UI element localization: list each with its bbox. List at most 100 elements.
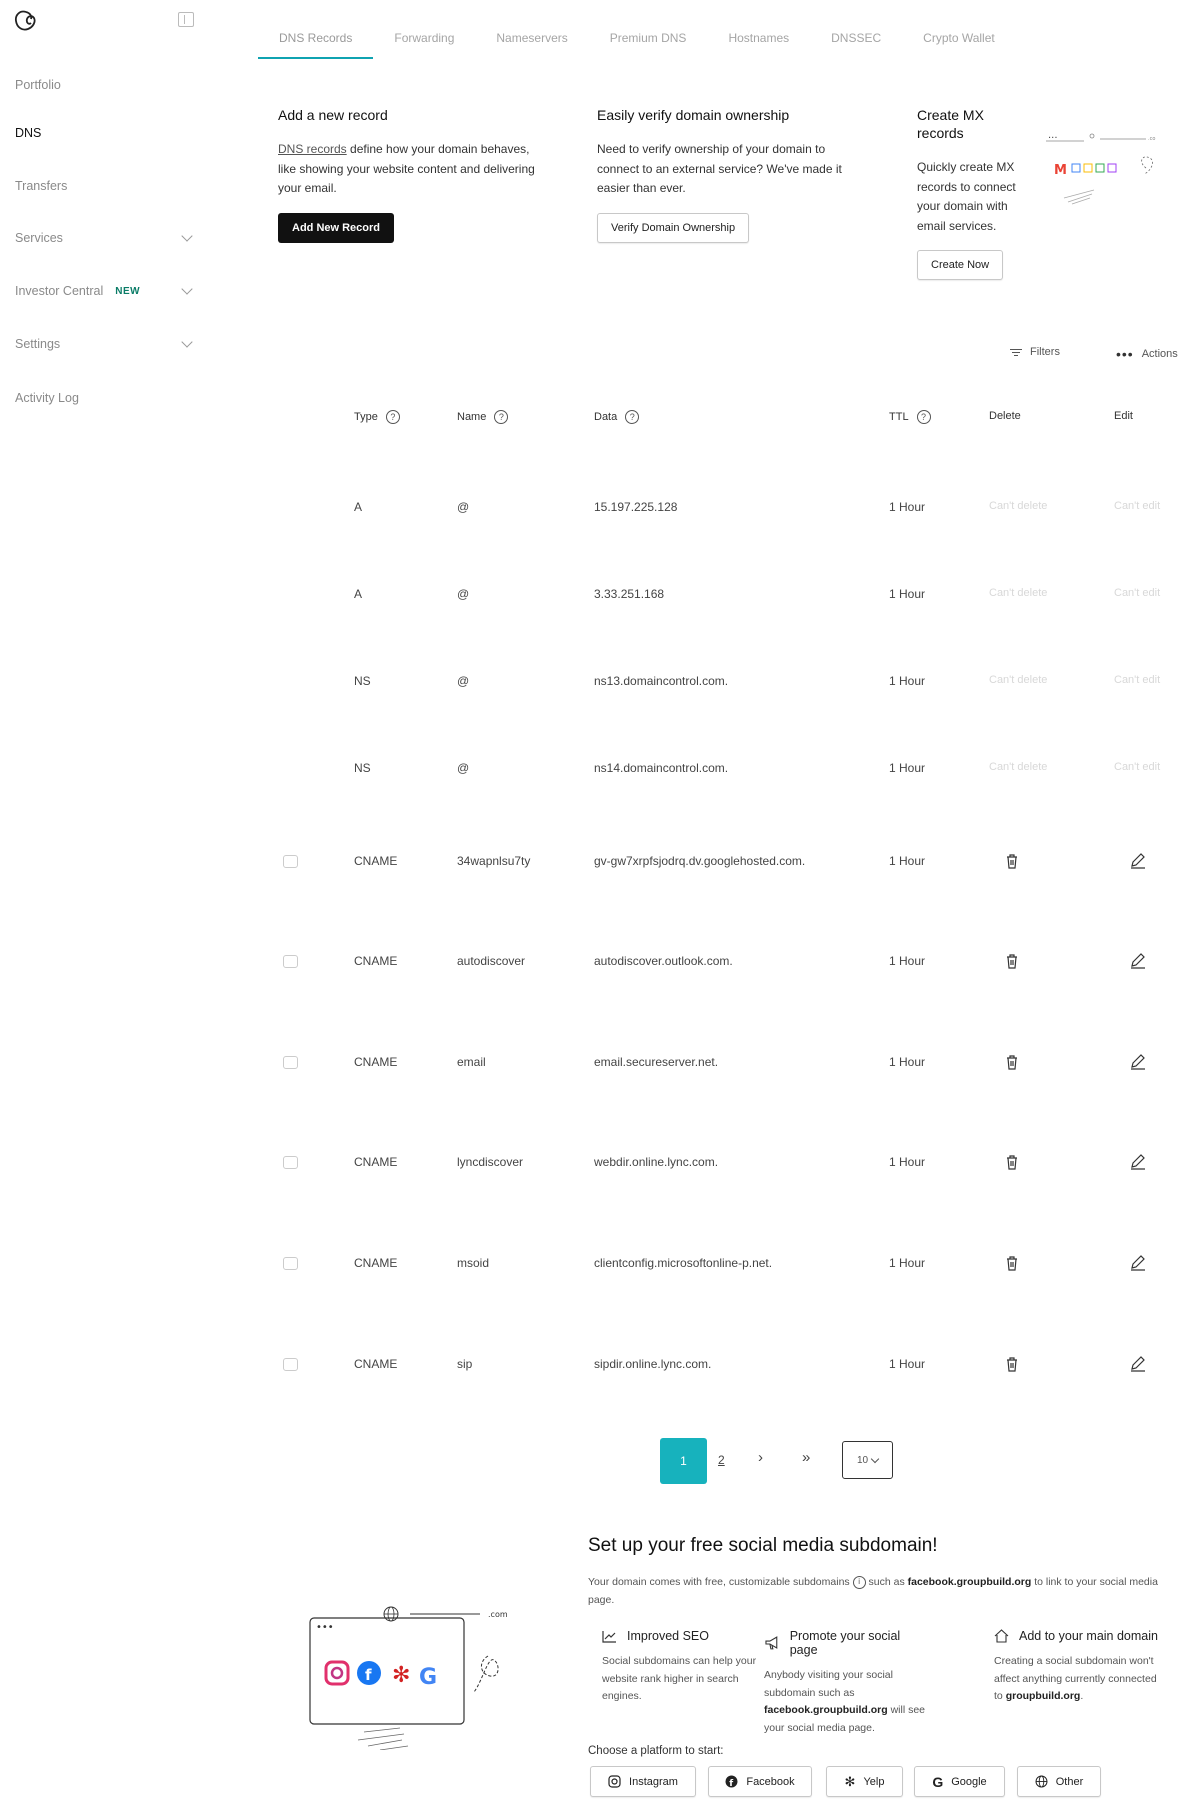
column-header-type[interactable]: Type ? — [354, 410, 400, 424]
facebook-button[interactable]: f Facebook — [708, 1766, 812, 1797]
trash-icon[interactable] — [1003, 1053, 1021, 1071]
pencil-icon[interactable] — [1129, 1355, 1147, 1373]
social-section-description: Your domain comes with free, customizabl… — [588, 1575, 1158, 1606]
pencil-icon[interactable] — [1129, 1053, 1147, 1071]
record-name: msoid — [457, 1256, 490, 1270]
instagram-button[interactable]: Instagram — [590, 1766, 696, 1797]
sidebar-item-transfers[interactable]: Transfers — [15, 179, 195, 193]
tab-forwarding[interactable]: Forwarding — [373, 22, 475, 59]
row-checkbox[interactable] — [283, 1056, 298, 1069]
sidebar-item-label: Portfolio — [15, 78, 61, 92]
help-icon[interactable]: ? — [625, 410, 640, 424]
cant-edit-label: Can't edit — [1114, 674, 1161, 686]
record-type: NS — [354, 674, 371, 688]
trash-icon[interactable] — [1003, 1254, 1021, 1272]
info-icon[interactable]: i — [852, 1575, 866, 1589]
record-ttl: 1 Hour — [889, 954, 926, 968]
row-checkbox[interactable] — [283, 1257, 298, 1270]
record-data: ns14.domaincontrol.com. — [594, 761, 729, 775]
page-2-link[interactable]: 2 — [718, 1453, 725, 1467]
filters-label: Filters — [1030, 346, 1060, 358]
other-button[interactable]: Other — [1017, 1766, 1101, 1797]
sidebar-collapse-icon[interactable] — [178, 12, 194, 27]
google-button[interactable]: G Google — [914, 1766, 1005, 1797]
verify-domain-ownership-button[interactable]: Verify Domain Ownership — [597, 212, 750, 243]
column-header-name[interactable]: Name ? — [457, 410, 509, 424]
page-size-select[interactable]: 10 — [842, 1441, 893, 1479]
tab-dnssec[interactable]: DNSSEC — [810, 22, 902, 59]
sidebar-item-investor-central[interactable]: Investor Central NEW — [15, 283, 195, 298]
record-ttl: 1 Hour — [889, 674, 926, 688]
trash-icon[interactable] — [1003, 952, 1021, 970]
feature-improved-seo: Improved SEO Social subdomains can help … — [602, 1629, 757, 1702]
chevron-down-icon — [181, 283, 193, 295]
svg-text:G: G — [419, 1665, 437, 1690]
pencil-icon[interactable] — [1129, 952, 1147, 970]
trash-icon[interactable] — [1003, 852, 1021, 870]
svg-text:✻: ✻ — [392, 1663, 410, 1688]
svg-text:f: f — [730, 1779, 734, 1788]
help-icon[interactable]: ? — [916, 410, 931, 424]
sidebar-item-label: Transfers — [15, 179, 68, 193]
tab-premium-dns[interactable]: Premium DNS — [589, 22, 708, 59]
godaddy-logo-icon[interactable] — [14, 10, 38, 32]
svg-text:...: ... — [1048, 130, 1058, 141]
column-header-data[interactable]: Data ? — [594, 410, 640, 424]
sidebar-item-dns[interactable]: DNS — [15, 126, 195, 140]
sidebar-item-activity-log[interactable]: Activity Log — [15, 391, 195, 405]
filter-icon — [1010, 347, 1022, 358]
last-page-icon[interactable]: » — [802, 1449, 810, 1466]
sidebar-item-settings[interactable]: Settings — [15, 336, 195, 351]
feature-promote-social-page: Promote your social page Anybody visitin… — [764, 1629, 926, 1734]
actions-label: Actions — [1141, 348, 1178, 360]
trash-icon[interactable] — [1003, 1355, 1021, 1373]
pencil-icon[interactable] — [1129, 852, 1147, 870]
create-now-button[interactable]: Create Now — [917, 250, 1004, 280]
help-icon[interactable]: ? — [385, 410, 400, 424]
verify-ownership-card: Easily verify domain ownership Need to v… — [597, 106, 867, 243]
row-checkbox[interactable] — [283, 955, 298, 968]
row-checkbox[interactable] — [283, 1156, 298, 1169]
pencil-icon[interactable] — [1129, 1254, 1147, 1272]
actions-button[interactable]: ••• Actions — [1116, 346, 1178, 362]
cant-delete-label: Can't delete — [989, 674, 1048, 686]
row-checkbox[interactable] — [283, 855, 298, 868]
record-ttl: 1 Hour — [889, 1357, 926, 1371]
help-icon[interactable]: ? — [494, 410, 509, 424]
row-checkbox[interactable] — [283, 1358, 298, 1371]
record-data: gv-gw7xrpfsjodrq.dv.googlehosted.com. — [594, 854, 806, 868]
trash-icon[interactable] — [1003, 1153, 1021, 1171]
record-type: A — [354, 587, 363, 601]
trend-chart-icon — [602, 1630, 616, 1643]
page-1-button[interactable]: 1 — [660, 1438, 707, 1484]
record-ttl: 1 Hour — [889, 587, 926, 601]
table-row: CNAME msoid clientconfig.microsoftonline-p… — [0, 1249, 1194, 1279]
tab-hostnames[interactable]: Hostnames — [707, 22, 810, 59]
column-header-ttl[interactable]: TTL ? — [889, 410, 931, 424]
tab-nameservers[interactable]: Nameservers — [475, 22, 588, 59]
yelp-button[interactable]: ✻ Yelp — [826, 1766, 903, 1797]
social-section-title: Set up your free social media subdomain! — [588, 1535, 938, 1556]
record-name: sip — [457, 1357, 473, 1371]
record-type: CNAME — [354, 1055, 398, 1069]
new-badge: NEW — [115, 285, 141, 297]
tab-dns-records[interactable]: DNS Records — [258, 22, 374, 59]
record-type: CNAME — [354, 1155, 398, 1169]
filters-button[interactable]: Filters — [1010, 346, 1060, 358]
sidebar-item-label: DNS — [15, 126, 42, 140]
record-name: @ — [457, 674, 470, 688]
next-page-icon[interactable]: › — [758, 1449, 763, 1466]
sidebar-item-label: Settings — [15, 337, 61, 351]
add-new-record-button[interactable]: Add New Record — [278, 212, 395, 243]
table-row: CNAME autodiscover autodiscover.outlook.co… — [0, 947, 1194, 977]
add-record-card: Add a new record DNS records define how … — [278, 106, 548, 243]
record-data: email.secureserver.net. — [594, 1055, 719, 1069]
tab-crypto-wallet[interactable]: Crypto Wallet — [902, 22, 1016, 59]
column-header-delete: Delete — [989, 410, 1021, 422]
pencil-icon[interactable] — [1129, 1153, 1147, 1171]
sidebar-item-portfolio[interactable]: Portfolio — [15, 78, 195, 92]
sidebar-item-services[interactable]: Services — [15, 230, 195, 245]
svg-text:f: f — [365, 1666, 372, 1684]
dns-records-link[interactable]: DNS records — [278, 142, 347, 156]
more-icon: ••• — [1116, 346, 1134, 362]
